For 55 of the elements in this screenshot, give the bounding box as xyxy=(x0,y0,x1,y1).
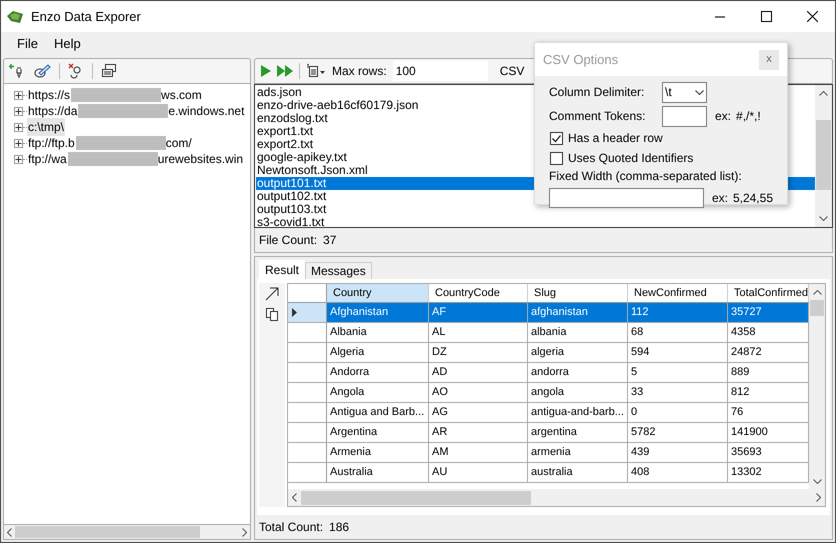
table-cell: antigua-and-barb... xyxy=(528,403,628,422)
example-text: #,/*,! xyxy=(736,108,761,125)
tree-label: ws.com xyxy=(161,87,202,104)
tree-label: com/ xyxy=(166,135,192,152)
table-cell: AF xyxy=(429,303,528,322)
table-cell: afghanistan xyxy=(528,303,628,322)
fixed-width-label: Fixed Width (comma-separated list): xyxy=(549,169,743,185)
table-cell: Andorra xyxy=(327,363,429,382)
tree-label: urewebsites.win xyxy=(158,151,244,168)
example-label: ex: xyxy=(712,190,728,207)
tree-label: e.windows.net xyxy=(168,103,244,120)
table-cell: albania xyxy=(528,323,628,342)
comment-tokens-label: Comment Tokens: xyxy=(549,108,646,125)
table-cell: AD xyxy=(429,363,528,382)
table-cell: 112 xyxy=(628,303,728,322)
file-count-value: 37 xyxy=(323,232,336,249)
table-cell: Argentina xyxy=(327,423,429,442)
table-cell: 35727 xyxy=(728,303,809,322)
table-cell: AO xyxy=(429,383,528,402)
table-cell: 33 xyxy=(628,383,728,402)
table-cell: Antigua and Barb... xyxy=(327,403,429,422)
table-cell: Afghanistan xyxy=(327,303,429,322)
table-cell: 439 xyxy=(628,443,728,462)
table-cell: Angola xyxy=(327,383,429,402)
popup-title: CSV Options xyxy=(543,50,618,69)
table-cell: 408 xyxy=(628,463,728,482)
table-cell: andorra xyxy=(528,363,628,382)
window-title: Enzo Data Exporer xyxy=(31,8,141,26)
table-cell: australia xyxy=(528,463,628,482)
table-cell: Australia xyxy=(327,463,429,482)
table-cell: algeria xyxy=(528,343,628,362)
total-count-value: 186 xyxy=(329,519,350,536)
table-cell: 594 xyxy=(628,343,728,362)
table-cell: 35693 xyxy=(728,443,809,462)
table-cell: AR xyxy=(429,423,528,442)
table-cell: argentina xyxy=(528,423,628,442)
table-cell: armenia xyxy=(528,443,628,462)
table-cell: 5 xyxy=(628,363,728,382)
table-cell: 4358 xyxy=(728,323,809,342)
table-cell: AU xyxy=(429,463,528,482)
file-count-label: File Count: xyxy=(259,232,318,249)
example-text: 5,24,55 xyxy=(732,190,773,207)
table-cell: 5782 xyxy=(628,423,728,442)
table-cell: AL xyxy=(429,323,528,342)
table-cell: 0 xyxy=(628,403,728,422)
max-rows-label: Max rows: xyxy=(332,63,387,80)
table-cell: angola xyxy=(528,383,628,402)
table-cell: Armenia xyxy=(327,443,429,462)
total-count-label: Total Count: xyxy=(259,519,324,536)
table-cell: AM xyxy=(429,443,528,462)
delimiter-label: Column Delimiter: xyxy=(549,84,646,101)
table-cell: Algeria xyxy=(327,343,429,362)
example-label: ex: xyxy=(715,108,732,125)
table-cell: AG xyxy=(429,403,528,422)
table-cell: Albania xyxy=(327,323,429,342)
